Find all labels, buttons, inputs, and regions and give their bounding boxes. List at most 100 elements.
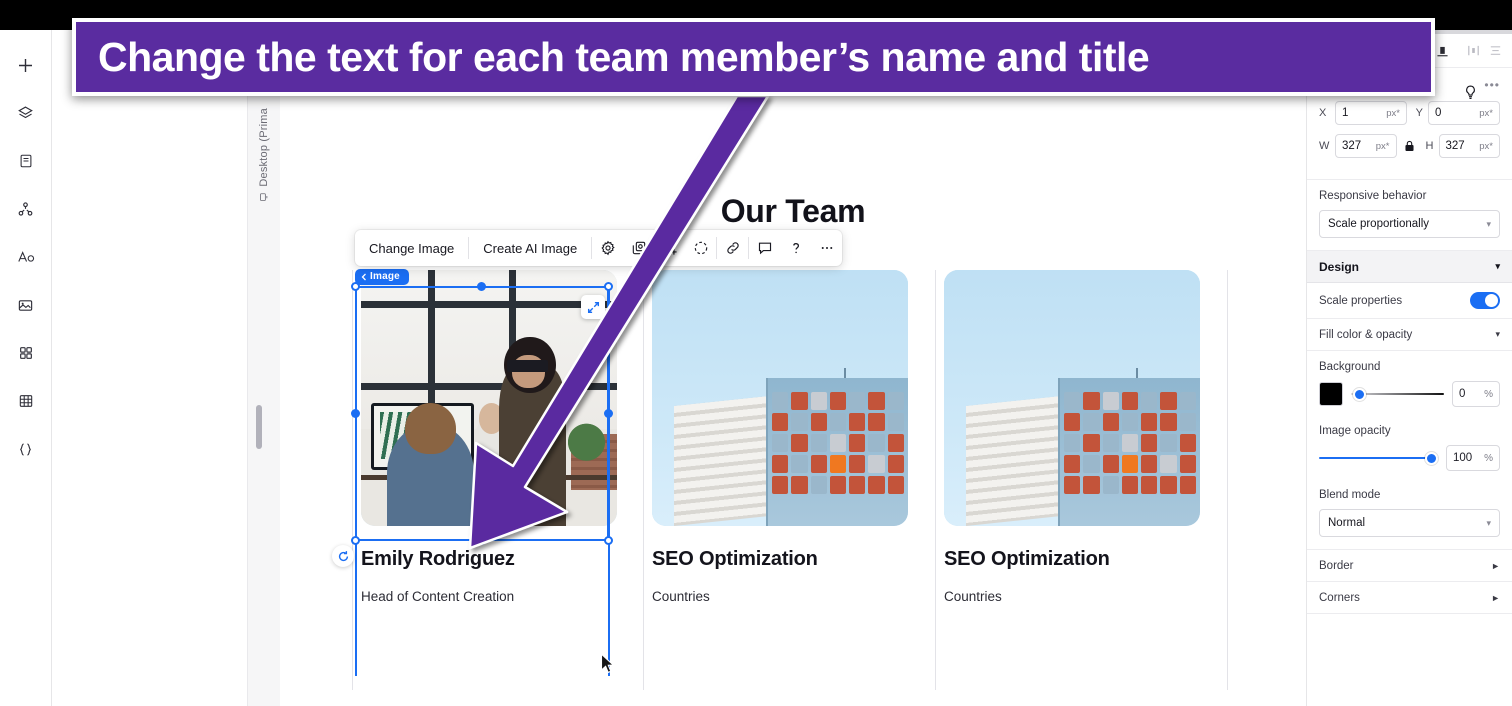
w-input[interactable]: 327 px* — [1335, 134, 1397, 158]
add-icon[interactable] — [9, 48, 43, 82]
media-icon[interactable] — [9, 288, 43, 322]
settings-gear-icon[interactable] — [592, 230, 623, 266]
app-root: Desktop (Prima Our Team Emily Rodriguez … — [0, 0, 1512, 706]
team-card-subtitle[interactable]: Countries — [652, 589, 927, 604]
x-input[interactable]: 1 px* — [1335, 101, 1407, 125]
secondary-panel — [52, 30, 248, 706]
apps-icon[interactable] — [9, 336, 43, 370]
callout-text: Change the text for each team member’s n… — [98, 33, 1150, 80]
monitor-icon — [260, 193, 268, 201]
fill-color-opacity-label: Fill color & opacity — [1319, 328, 1413, 341]
scale-properties-label: Scale properties — [1319, 294, 1403, 307]
pages-icon[interactable] — [9, 144, 43, 178]
canvas-scrollbar[interactable] — [256, 405, 262, 449]
duplicate-layers-icon[interactable] — [623, 230, 654, 266]
w-unit: px* — [1375, 140, 1390, 152]
team-card-subtitle[interactable]: Head of Content Creation — [361, 589, 635, 604]
design-accordion-header[interactable]: Design ▾ — [1307, 251, 1512, 283]
team-card[interactable]: Emily Rodriguez Head of Content Creation — [352, 270, 644, 690]
corners-label: Corners — [1319, 591, 1360, 604]
background-opacity-value: 0 — [1459, 388, 1466, 400]
w-label: W — [1319, 140, 1330, 152]
link-icon[interactable] — [717, 230, 748, 266]
team-card-image[interactable] — [944, 270, 1200, 526]
chevron-down-icon: ▾ — [1486, 517, 1491, 528]
selection-badge-label: Image — [370, 271, 400, 282]
responsive-behavior-value: Scale proportionally — [1328, 218, 1430, 230]
w-value: 327 — [1342, 140, 1362, 152]
team-card-title[interactable]: SEO Optimization — [652, 548, 927, 571]
background-opacity-input[interactable]: 0 % — [1452, 381, 1500, 407]
selection-type-badge[interactable]: Image — [355, 269, 409, 285]
distribute-horizontal-icon[interactable] — [1464, 42, 1482, 60]
change-image-button[interactable]: Change Image — [355, 230, 468, 266]
selection-guide-left — [355, 286, 357, 676]
create-ai-image-button[interactable]: Create AI Image — [469, 230, 591, 266]
team-card-image[interactable] — [361, 270, 617, 526]
aspect-ratio-lock-icon[interactable] — [1402, 140, 1418, 152]
help-icon[interactable] — [780, 230, 811, 266]
image-opacity-slider[interactable] — [1319, 450, 1438, 466]
building-photo — [944, 270, 1200, 526]
lightbulb-icon[interactable] — [1456, 78, 1484, 106]
team-card-title[interactable]: SEO Optimization — [944, 548, 1219, 571]
blend-mode-value: Normal — [1328, 517, 1366, 529]
team-card-title[interactable]: Emily Rodriguez — [361, 548, 635, 571]
responsive-behavior-section: Responsive behavior Scale proportionally… — [1307, 180, 1512, 251]
site-structure-icon[interactable] — [9, 192, 43, 226]
size-more-icon[interactable]: ••• — [1484, 78, 1500, 92]
responsive-behavior-label: Responsive behavior — [1319, 190, 1427, 202]
editor-canvas[interactable]: Desktop (Prima Our Team Emily Rodriguez … — [248, 30, 1306, 706]
responsive-behavior-select[interactable]: Scale proportionally ▾ — [1319, 210, 1500, 238]
y-unit: px* — [1479, 107, 1493, 119]
expand-image-icon[interactable] — [581, 295, 605, 319]
table-icon[interactable] — [9, 384, 43, 418]
team-card[interactable]: SEO Optimization Countries — [644, 270, 936, 690]
team-card-image[interactable] — [652, 270, 908, 526]
background-opacity-slider[interactable] — [1351, 386, 1444, 402]
distribute-vertical-icon[interactable] — [1486, 42, 1504, 60]
image-opacity-value: 100 — [1453, 452, 1473, 464]
comment-icon[interactable] — [749, 230, 780, 266]
blend-mode-select[interactable]: Normal ▾ — [1319, 509, 1500, 537]
page-title: Our Team — [720, 193, 866, 229]
image-opacity-label: Image opacity — [1319, 425, 1391, 437]
chevron-right-icon: ► — [1491, 592, 1500, 603]
team-cards-row: Emily Rodriguez Head of Content Creation — [352, 270, 1252, 690]
selection-guide-right — [608, 286, 610, 676]
callout-banner: Change the text for each team member’s n… — [72, 18, 1435, 96]
chevron-right-icon: ► — [1491, 560, 1500, 571]
text-icon[interactable] — [9, 240, 43, 274]
y-value: 0 — [1435, 107, 1442, 119]
device-label-text: Desktop (Prima — [258, 108, 270, 187]
design-accordion-label: Design — [1319, 259, 1360, 274]
code-icon[interactable] — [9, 432, 43, 466]
border-label: Border — [1319, 559, 1354, 572]
x-value: 1 — [1342, 107, 1349, 119]
device-breakpoint-label[interactable]: Desktop (Prima — [248, 108, 280, 328]
animation-icon[interactable] — [685, 230, 716, 266]
team-card-subtitle[interactable]: Countries — [944, 589, 1219, 604]
fill-color-opacity-header[interactable]: Fill color & opacity ▾ — [1307, 319, 1512, 351]
background-color-swatch[interactable] — [1319, 382, 1343, 406]
layers-icon[interactable] — [9, 96, 43, 130]
rotate-handle-icon[interactable] — [332, 545, 354, 567]
wh-row: W 327 px* H 327 px* — [1319, 134, 1500, 158]
image-opacity-input[interactable]: 100 % — [1446, 445, 1500, 471]
crop-icon[interactable] — [654, 230, 685, 266]
more-options-icon[interactable] — [811, 230, 842, 266]
background-label: Background — [1319, 361, 1381, 373]
align-bottom-icon[interactable] — [1433, 42, 1451, 60]
scale-properties-toggle[interactable] — [1470, 292, 1500, 309]
corners-section-header[interactable]: Corners ► — [1307, 582, 1512, 614]
blend-mode-section: Blend mode Normal ▾ — [1307, 475, 1512, 550]
background-opacity-unit: % — [1484, 388, 1493, 400]
image-opacity-unit: % — [1484, 452, 1493, 464]
chevron-down-icon: ▾ — [1486, 218, 1491, 229]
properties-panel: Size ••• X 1 px* Y 0 px* W 327 px* — [1306, 30, 1512, 706]
h-input[interactable]: 327 px* — [1438, 134, 1500, 158]
h-unit: px* — [1479, 140, 1493, 152]
border-section-header[interactable]: Border ► — [1307, 550, 1512, 582]
team-card[interactable]: SEO Optimization Countries — [936, 270, 1228, 690]
image-opacity-section: Image opacity 100 % — [1307, 411, 1512, 475]
